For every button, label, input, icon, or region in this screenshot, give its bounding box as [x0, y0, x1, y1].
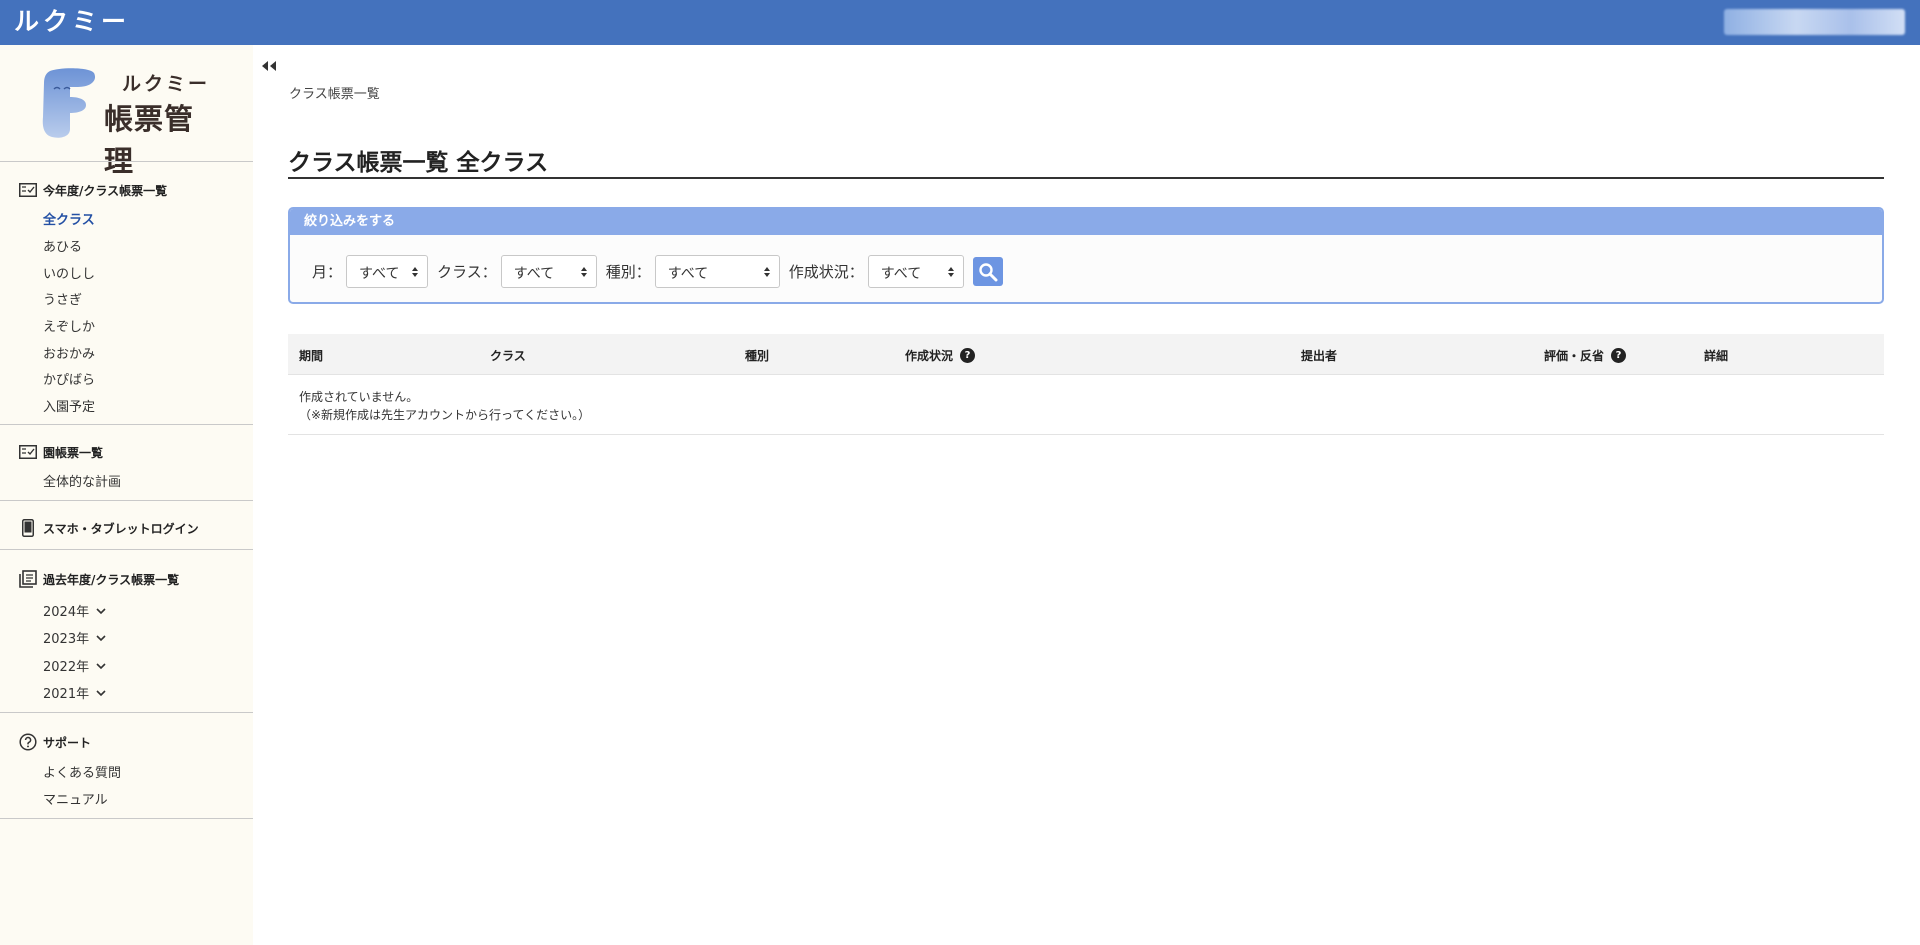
title-underline [288, 177, 1884, 179]
sidebar-item-class[interactable]: おおかみ [43, 343, 95, 362]
app-logo[interactable]: ルクミー 帳票管理 [40, 67, 220, 178]
class-select-value: すべて [513, 266, 555, 282]
sidebar-divider [0, 818, 253, 819]
sidebar-year-item[interactable]: 2024年 [43, 601, 107, 620]
status-select[interactable]: すべて [867, 255, 964, 288]
year-label: 2024年 [43, 605, 90, 620]
sidebar-item-overall-plan[interactable]: 全体的な計画 [43, 471, 121, 490]
help-icon[interactable]: ? [960, 348, 976, 363]
sidebar-year-item[interactable]: 2021年 [43, 683, 107, 702]
sidebar-divider [0, 500, 253, 501]
sidebar-divider [0, 549, 253, 550]
column-header-detail: 詳細 [1704, 347, 1728, 364]
user-account-menu[interactable] [1724, 9, 1905, 35]
sidebar-item-class[interactable]: かぴばら [43, 369, 95, 388]
smartphone-icon [18, 519, 38, 537]
table-header: 期間 クラス 種別 作成状況 ? 提出者 評価・反省 ? 詳細 [288, 334, 1884, 375]
status-label: 作成状況： [788, 263, 864, 281]
filter-heading: 絞り込みをする [290, 209, 1882, 235]
help-icon[interactable]: ? [1611, 348, 1627, 363]
filter-panel: 絞り込みをする 月： すべて クラス： すべて 種別： すべて 作成状況： すべ… [288, 207, 1884, 304]
type-label: 種別： [605, 263, 651, 281]
brand-logo[interactable]: ルクミー [14, 8, 130, 36]
column-label: 評価・反省 [1544, 349, 1605, 363]
column-header-type: 種別 [745, 347, 769, 364]
year-label: 2022年 [43, 660, 90, 675]
sidebar-item-faq[interactable]: よくある質問 [43, 762, 121, 781]
sort-arrows-icon [580, 267, 587, 277]
sidebar-item-class[interactable]: えぞしか [43, 316, 95, 335]
section-title-school: 園帳票一覧 [43, 445, 104, 460]
sidebar: ルクミー 帳票管理 今年度/クラス帳票一覧 全クラス あひる いのしし うさぎ … [0, 45, 253, 945]
sidebar-divider [0, 424, 253, 425]
year-label: 2023年 [43, 632, 90, 647]
checklist-icon [18, 181, 38, 199]
column-header-evaluation: 評価・反省 ? [1544, 347, 1627, 364]
sort-arrows-icon [763, 267, 770, 277]
sidebar-item-class[interactable]: 入園予定 [43, 396, 95, 415]
mascot-logo-icon [42, 68, 96, 138]
section-past-years: 過去年度/クラス帳票一覧 [18, 570, 179, 588]
sidebar-item-manual[interactable]: マニュアル [43, 789, 108, 808]
search-button[interactable] [972, 257, 1003, 286]
sidebar-item-mobile-login[interactable]: スマホ・タブレットログイン [18, 519, 199, 537]
sidebar-item-class[interactable]: あひる [43, 236, 82, 255]
type-select-value: すべて [667, 266, 709, 282]
page-title: クラス帳票一覧 全クラス [288, 150, 549, 176]
column-label: 詳細 [1704, 349, 1729, 363]
class-select[interactable]: すべて [500, 255, 597, 288]
sidebar-year-item[interactable]: 2023年 [43, 628, 107, 647]
column-label: クラス [490, 349, 526, 363]
column-label: 期間 [299, 349, 324, 363]
section-title-past-years: 過去年度/クラス帳票一覧 [43, 572, 180, 587]
sidebar-year-item[interactable]: 2022年 [43, 656, 107, 675]
section-title-support: サポート [43, 735, 92, 750]
forms-table: 期間 クラス 種別 作成状況 ? 提出者 評価・反省 ? 詳細 作成されていませ… [288, 334, 1884, 435]
sidebar-item-class[interactable]: いのしし [43, 263, 95, 282]
logo-brand-text: ルクミー [122, 73, 211, 95]
chevron-down-icon [96, 662, 106, 669]
year-label: 2021年 [43, 687, 90, 702]
sort-arrows-icon [412, 267, 419, 277]
status-select-value: すべて [880, 266, 922, 282]
chevron-down-icon [96, 634, 106, 641]
empty-message-line: 作成されていません。 [299, 390, 419, 404]
collapse-sidebar-button[interactable] [261, 60, 277, 75]
column-header-class: クラス [490, 347, 526, 364]
empty-message-note: （※新規作成は先生アカウントから行ってください。） [299, 408, 591, 422]
section-support: サポート [18, 733, 91, 751]
sidebar-item-class[interactable]: うさぎ [43, 289, 82, 308]
column-label: 種別 [745, 349, 770, 363]
book-stack-icon [18, 570, 38, 588]
empty-table-message: 作成されていません。 （※新規作成は先生アカウントから行ってください。） [288, 375, 1884, 435]
sidebar-divider [0, 161, 253, 162]
logo-title-text: 帳票管理 [104, 102, 195, 178]
checklist-icon [18, 443, 38, 461]
month-label: 月： [312, 263, 343, 281]
month-select-value: すべて [359, 266, 400, 282]
double-chevron-left-icon [262, 61, 276, 71]
sidebar-item-all-classes[interactable]: 全クラス [43, 209, 95, 228]
breadcrumb[interactable]: クラス帳票一覧 [289, 83, 380, 102]
chevron-down-icon [96, 689, 106, 696]
top-bar: ルクミー [0, 0, 1920, 45]
class-label: クラス： [437, 263, 497, 281]
section-title-mobile: スマホ・タブレットログイン [43, 521, 199, 536]
type-select[interactable]: すべて [654, 255, 780, 288]
column-header-status: 作成状況 ? [905, 347, 976, 364]
section-current-year: 今年度/クラス帳票一覧 [18, 181, 167, 199]
column-header-submitter: 提出者 [1301, 347, 1337, 364]
sort-arrows-icon [947, 267, 954, 277]
question-circle-icon [18, 733, 38, 751]
section-title-current-year: 今年度/クラス帳票一覧 [43, 183, 168, 198]
column-label: 作成状況 [905, 349, 954, 363]
column-label: 提出者 [1301, 349, 1338, 363]
search-icon [979, 262, 998, 281]
month-select[interactable]: すべて [346, 255, 429, 288]
sidebar-divider [0, 712, 253, 713]
column-header-period: 期間 [299, 347, 323, 364]
chevron-down-icon [96, 607, 106, 614]
section-school: 園帳票一覧 [18, 443, 103, 461]
filter-controls: 月： すべて クラス： すべて 種別： すべて 作成状況： すべて [312, 255, 1003, 288]
